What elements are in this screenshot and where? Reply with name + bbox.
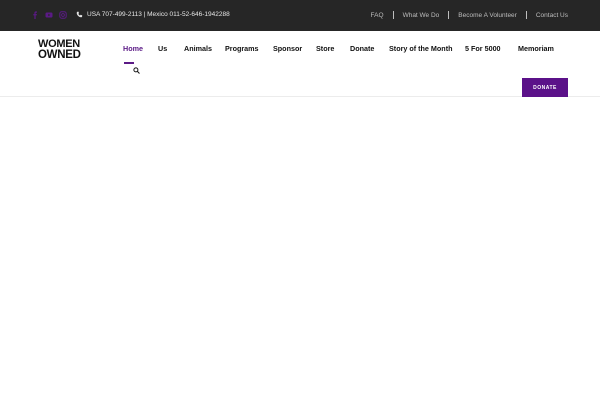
nav-item-donate[interactable]: Donate (350, 44, 374, 53)
search-icon[interactable] (133, 67, 140, 74)
nav-item-story-of-the-month[interactable]: Story of the Month (389, 44, 452, 53)
divider (525, 11, 527, 19)
divider (392, 11, 394, 19)
nav-item-home[interactable]: Home (123, 44, 143, 53)
site-header: WOMEN OWNED Home Us Animals Programs Spo… (0, 31, 600, 97)
active-nav-indicator (124, 62, 134, 64)
top-bar: USA 707-499-2113 | Mexico 011-52-646-194… (0, 0, 600, 31)
nav-item-memoriam[interactable]: Memoriam (518, 44, 554, 53)
nav-item-5-for-5000[interactable]: 5 For 5000 (465, 44, 501, 53)
faq-link[interactable]: FAQ (371, 12, 384, 19)
instagram-icon[interactable] (59, 11, 67, 19)
utility-links: FAQ What We Do Become A Volunteer Contac… (371, 11, 568, 19)
become-volunteer-link[interactable]: Become A Volunteer (458, 12, 517, 19)
divider (448, 11, 450, 19)
facebook-icon[interactable] (31, 11, 39, 19)
nav-item-sponsor[interactable]: Sponsor (273, 44, 302, 53)
main-content (0, 98, 600, 400)
youtube-icon[interactable] (45, 11, 53, 19)
nav-item-animals[interactable]: Animals (184, 44, 212, 53)
main-nav: Home Us Animals Programs Sponsor Store D… (0, 44, 600, 56)
contact-phone: USA 707-499-2113 | Mexico 011-52-646-194… (76, 11, 230, 18)
donate-button[interactable]: DONATE (522, 78, 568, 97)
contact-us-link[interactable]: Contact Us (536, 12, 568, 19)
phone-icon (76, 11, 83, 18)
nav-item-us[interactable]: Us (158, 44, 167, 53)
phone-text: USA 707-499-2113 | Mexico 011-52-646-194… (87, 11, 230, 18)
nav-item-programs[interactable]: Programs (225, 44, 259, 53)
social-links (31, 11, 67, 19)
nav-item-store[interactable]: Store (316, 44, 334, 53)
what-we-do-link[interactable]: What We Do (403, 12, 440, 19)
